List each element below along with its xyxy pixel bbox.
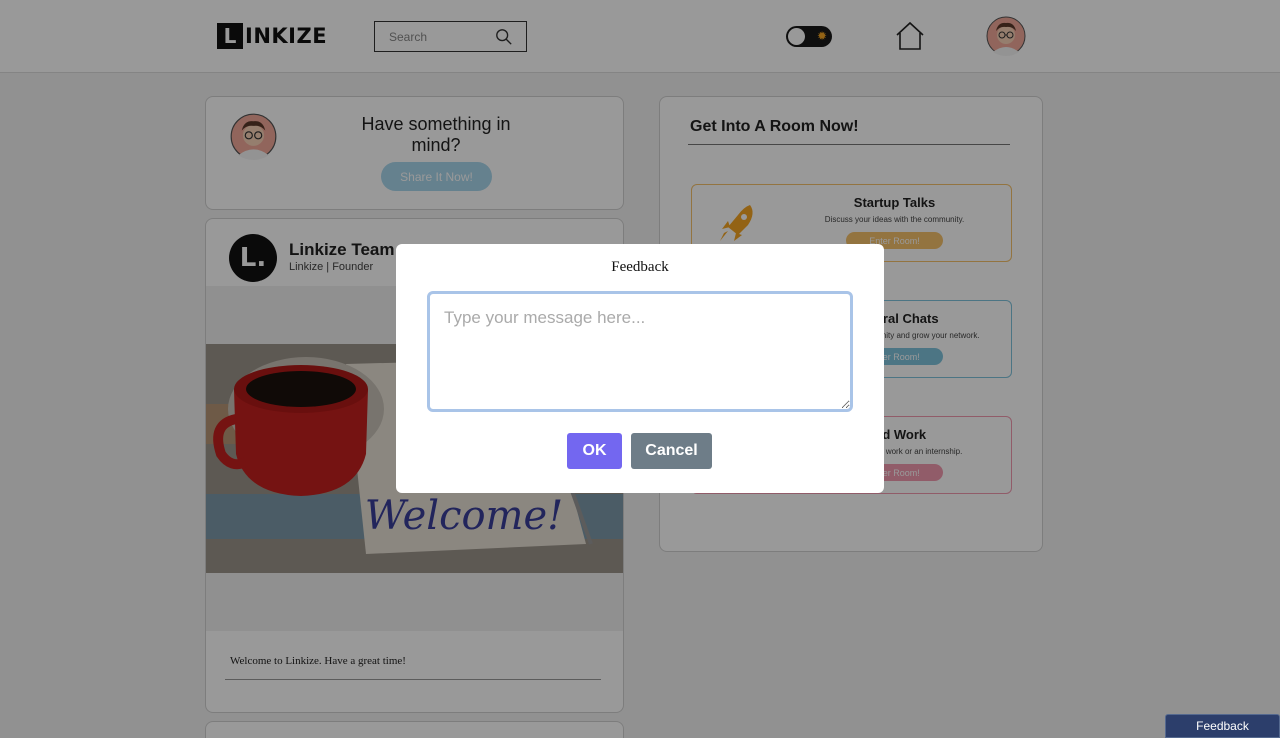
cancel-button[interactable]: Cancel	[631, 433, 712, 469]
ok-button[interactable]: OK	[567, 433, 622, 469]
dialog-title: Feedback	[611, 259, 669, 275]
feedback-message-input[interactable]	[427, 291, 853, 412]
feedback-tab[interactable]: Feedback	[1165, 714, 1280, 738]
feedback-dialog: Feedback OK Cancel	[396, 244, 884, 493]
